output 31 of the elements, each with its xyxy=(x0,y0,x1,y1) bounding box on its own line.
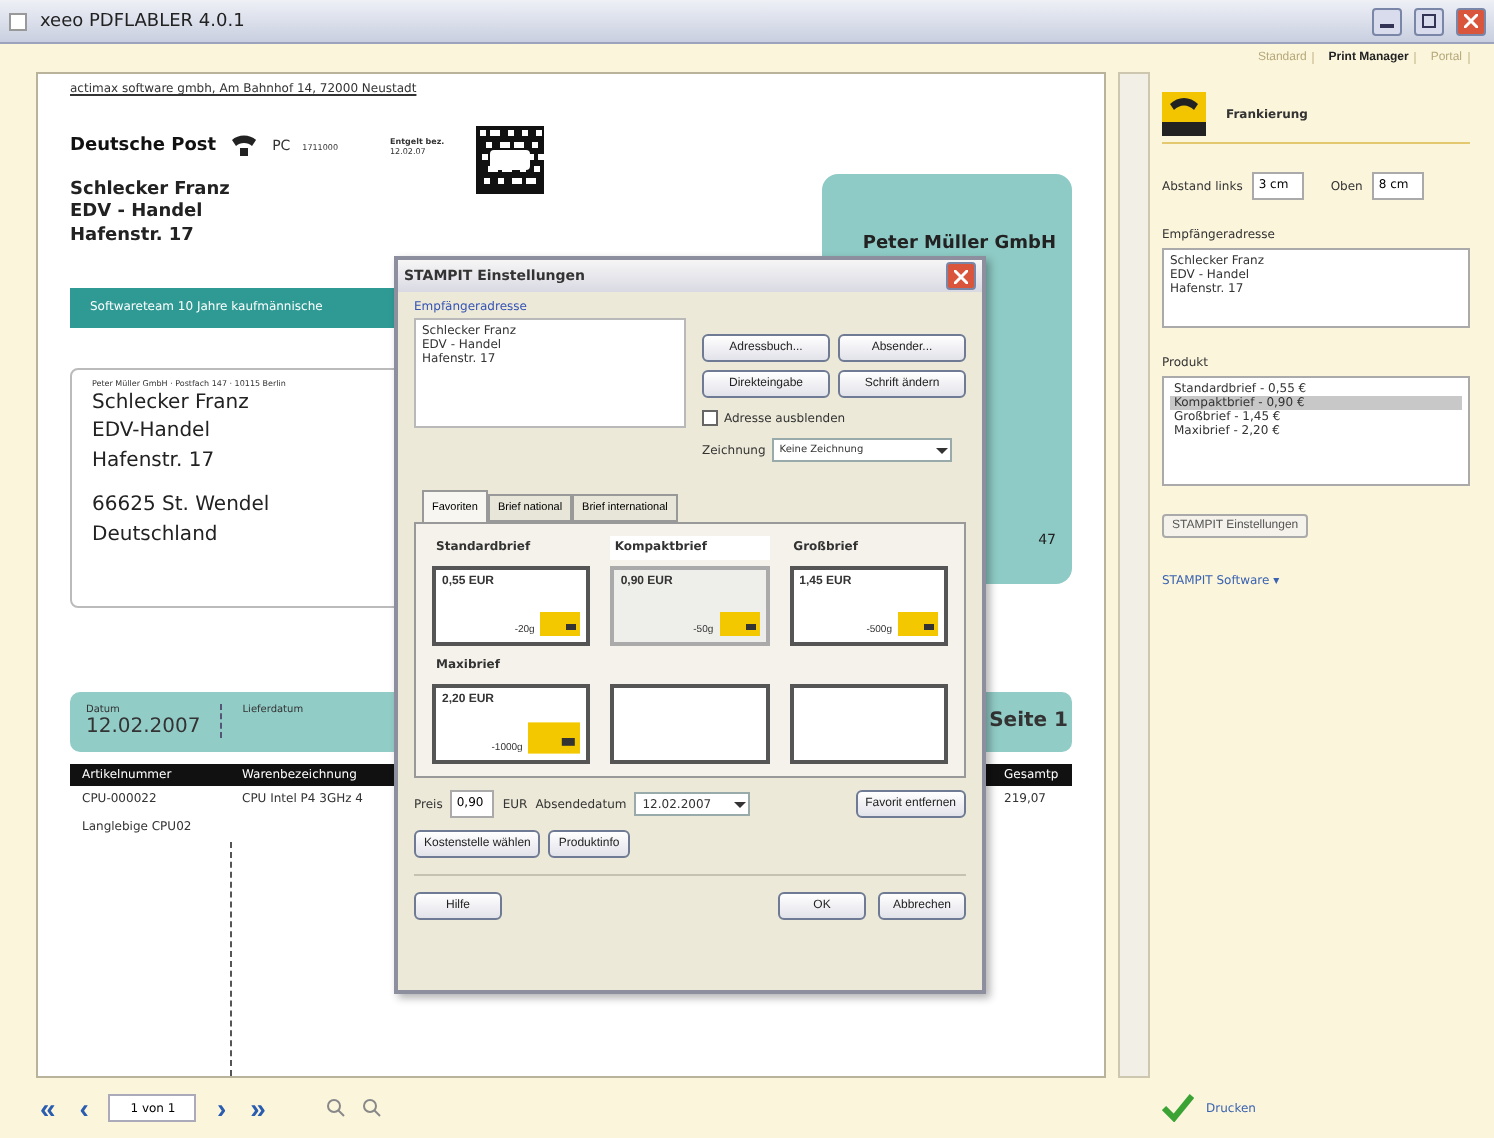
zoom-in-icon[interactable] xyxy=(325,1098,346,1118)
close-button[interactable] xyxy=(1456,7,1486,35)
scrollbar[interactable] xyxy=(1118,72,1150,1078)
letter-icon xyxy=(719,612,760,636)
recipient-address-line: Hafenstr. 17 xyxy=(70,225,196,248)
close-icon xyxy=(954,269,968,283)
minimize-button[interactable] xyxy=(1372,7,1402,35)
empty-stamp-tile[interactable] xyxy=(610,684,770,764)
dropdown-arrow-icon xyxy=(933,442,950,458)
window-title: xeeo PDFLABLER 4.0.1 xyxy=(40,11,247,31)
matrix-code-icon xyxy=(476,126,545,194)
hide-address-checkbox[interactable] xyxy=(702,410,718,426)
previous-page-button[interactable]: ‹ xyxy=(75,1092,93,1124)
close-button[interactable] xyxy=(946,262,976,290)
maximize-icon xyxy=(1422,14,1436,28)
recipient-address-line: Schlecker Franz xyxy=(70,180,232,202)
first-page-button[interactable]: « xyxy=(36,1092,60,1124)
next-page-button[interactable]: › xyxy=(212,1092,231,1124)
app-icon xyxy=(8,11,28,31)
close-icon xyxy=(1464,14,1478,28)
recipient-address-line: EDV - Handel xyxy=(70,202,205,225)
last-page-button[interactable]: » xyxy=(246,1092,270,1124)
zoom-out-icon[interactable] xyxy=(361,1098,382,1118)
letter-icon xyxy=(898,612,938,636)
letter-icon xyxy=(528,722,581,754)
dropdown-arrow-icon xyxy=(732,796,749,812)
postage-brand: Deutsche Post xyxy=(70,136,217,156)
checkmark-icon xyxy=(1162,1094,1194,1122)
restore-button[interactable] xyxy=(1414,7,1444,35)
empty-stamp-tile[interactable] xyxy=(789,684,948,764)
letter-icon xyxy=(540,612,581,636)
